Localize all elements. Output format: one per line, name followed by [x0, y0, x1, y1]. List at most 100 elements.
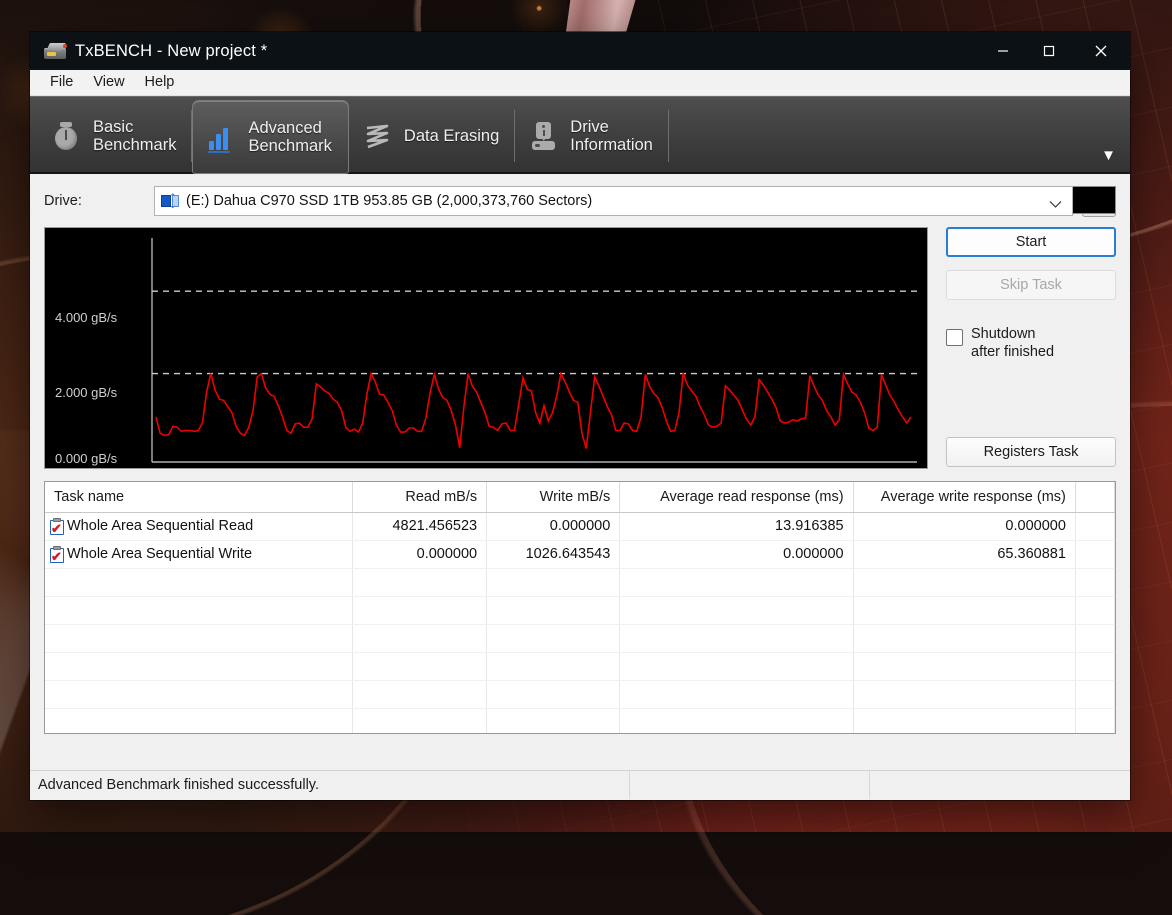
cell-extra	[1075, 540, 1114, 568]
menu-item-view[interactable]: View	[83, 72, 134, 93]
cell-read: 4821.456523	[352, 512, 486, 540]
cell-empty	[352, 708, 486, 734]
tab-label-data-erasing: Data Erasing	[404, 127, 499, 145]
drive-selector-row: Drive: ⌃ ⌄ (E:) Dahua C970 SSD 1TB 953.8…	[44, 186, 1116, 216]
task-checked-icon: ✔	[49, 546, 65, 563]
start-button[interactable]: Start	[946, 227, 1116, 257]
cell-empty	[352, 624, 486, 652]
table-row-empty[interactable]	[45, 596, 1115, 624]
cell-empty	[853, 568, 1075, 596]
column-header-write[interactable]: Write mB/s	[487, 482, 620, 512]
tab-drive-information[interactable]: Drive Information	[515, 100, 669, 172]
cell-empty	[1075, 568, 1114, 596]
graph-and-controls: 4.000 gB/s 2.000 gB/s 0.000 gB/s FILE mo…	[44, 227, 1116, 469]
table-row[interactable]: ✔Whole Area Sequential Read4821.4565230.…	[45, 512, 1115, 540]
status-bar: Advanced Benchmark finished successfully…	[30, 770, 1130, 798]
cell-empty	[853, 596, 1075, 624]
registers-task-button[interactable]: Registers Task	[946, 437, 1116, 467]
table-header-row: Task name Read mB/s Write mB/s Average r…	[45, 482, 1115, 512]
menu-item-help[interactable]: Help	[135, 72, 185, 93]
column-header-read[interactable]: Read mB/s	[352, 482, 486, 512]
cell-empty	[1075, 680, 1114, 708]
table-row-empty[interactable]	[45, 652, 1115, 680]
cell-empty	[45, 568, 352, 596]
task-checked-icon: ✔	[49, 518, 65, 535]
cell-task-name: ✔Whole Area Sequential Read	[45, 512, 352, 540]
status-segment-2	[630, 771, 870, 799]
cell-write: 0.000000	[487, 512, 620, 540]
task-name-text: Whole Area Sequential Read	[67, 518, 253, 534]
table-row[interactable]: ✔Whole Area Sequential Write0.0000001026…	[45, 540, 1115, 568]
title-bar: TxBENCH - New project *	[30, 32, 1130, 70]
cell-empty	[352, 652, 486, 680]
drive-icon	[44, 43, 66, 59]
y-tick-label-4: 4.000 gB/s	[55, 310, 117, 325]
table-row-empty[interactable]	[45, 680, 1115, 708]
chart-series-transfer-rate	[156, 373, 911, 449]
tab-bar: Basic Benchmark Advanced Benchmark Data …	[30, 96, 1130, 174]
cell-empty	[620, 680, 853, 708]
cell-aread: 0.000000	[620, 540, 853, 568]
cell-empty	[487, 708, 620, 734]
tab-advanced-benchmark[interactable]: Advanced Benchmark	[192, 100, 348, 174]
main-content: Drive: ⌃ ⌄ (E:) Dahua C970 SSD 1TB 953.8…	[30, 174, 1130, 770]
y-tick-label-0: 0.000 gB/s	[55, 451, 117, 466]
table-body: ✔Whole Area Sequential Read4821.4565230.…	[45, 512, 1115, 734]
skip-task-button[interactable]: Skip Task	[946, 270, 1116, 300]
status-segment-3	[870, 771, 886, 799]
cell-empty	[352, 568, 486, 596]
cell-empty	[853, 680, 1075, 708]
cell-empty	[853, 708, 1075, 734]
cell-empty	[620, 568, 853, 596]
column-header-average-read-resp[interactable]: Average read response (ms)	[620, 482, 853, 512]
tab-label-drive-information: Drive Information	[570, 118, 653, 155]
maximize-button[interactable]	[1026, 32, 1072, 70]
tab-overflow-icon[interactable]: ▼	[1101, 147, 1116, 164]
window-title: TxBENCH - New project *	[75, 42, 267, 61]
cell-empty	[620, 708, 853, 734]
cell-empty	[45, 652, 352, 680]
chevron-down-icon	[1049, 196, 1062, 214]
arrow-down-glyph: ⌄	[169, 201, 177, 210]
throughput-graph: 4.000 gB/s 2.000 gB/s 0.000 gB/s	[44, 227, 928, 469]
tab-basic-benchmark[interactable]: Basic Benchmark	[38, 100, 192, 172]
cell-extra	[1075, 512, 1114, 540]
tab-divider	[668, 110, 669, 162]
table-row-empty[interactable]	[45, 624, 1115, 652]
table-row-empty[interactable]	[45, 568, 1115, 596]
column-header-average-write-resp[interactable]: Average write response (ms)	[853, 482, 1075, 512]
shutdown-after-finished-row[interactable]: Shutdown after finished	[946, 326, 1116, 361]
drive-selected-value: (E:) Dahua C970 SSD 1TB 953.85 GB (2,000…	[186, 193, 592, 209]
minimize-button[interactable]	[980, 32, 1026, 70]
menu-bar: File View Help	[30, 70, 1130, 96]
cell-empty	[45, 624, 352, 652]
stopwatch-icon	[52, 120, 82, 152]
y-tick-label-2: 2.000 gB/s	[55, 385, 117, 400]
cell-task-name: ✔Whole Area Sequential Write	[45, 540, 352, 568]
tab-data-erasing[interactable]: Data Erasing	[349, 100, 515, 172]
cell-empty	[620, 624, 853, 652]
drive-select[interactable]: ⌃ ⌄ (E:) Dahua C970 SSD 1TB 953.85 GB (2…	[154, 186, 1073, 216]
close-button[interactable]	[1072, 32, 1130, 70]
column-header-extra[interactable]	[1075, 482, 1114, 512]
column-header-task-name[interactable]: Task name	[45, 482, 352, 512]
cell-empty	[853, 624, 1075, 652]
cell-read: 0.000000	[352, 540, 486, 568]
cell-empty	[45, 680, 352, 708]
table-row-empty[interactable]	[45, 708, 1115, 734]
menu-item-file[interactable]: File	[40, 72, 83, 93]
cell-empty	[487, 624, 620, 652]
disk-drive-icon: ⌃ ⌄	[161, 194, 179, 208]
cell-empty	[620, 596, 853, 624]
results-table: Task name Read mB/s Write mB/s Average r…	[44, 481, 1116, 734]
cell-empty	[487, 680, 620, 708]
shutdown-checkbox-label: Shutdown after finished	[971, 326, 1054, 361]
zigzag-erase-icon	[363, 120, 393, 152]
cell-empty	[45, 596, 352, 624]
graph-plot	[45, 228, 927, 468]
shutdown-checkbox[interactable]	[946, 329, 963, 346]
cell-empty	[352, 680, 486, 708]
cell-awrite: 65.360881	[853, 540, 1075, 568]
cell-write: 1026.643543	[487, 540, 620, 568]
window-controls	[980, 32, 1130, 70]
